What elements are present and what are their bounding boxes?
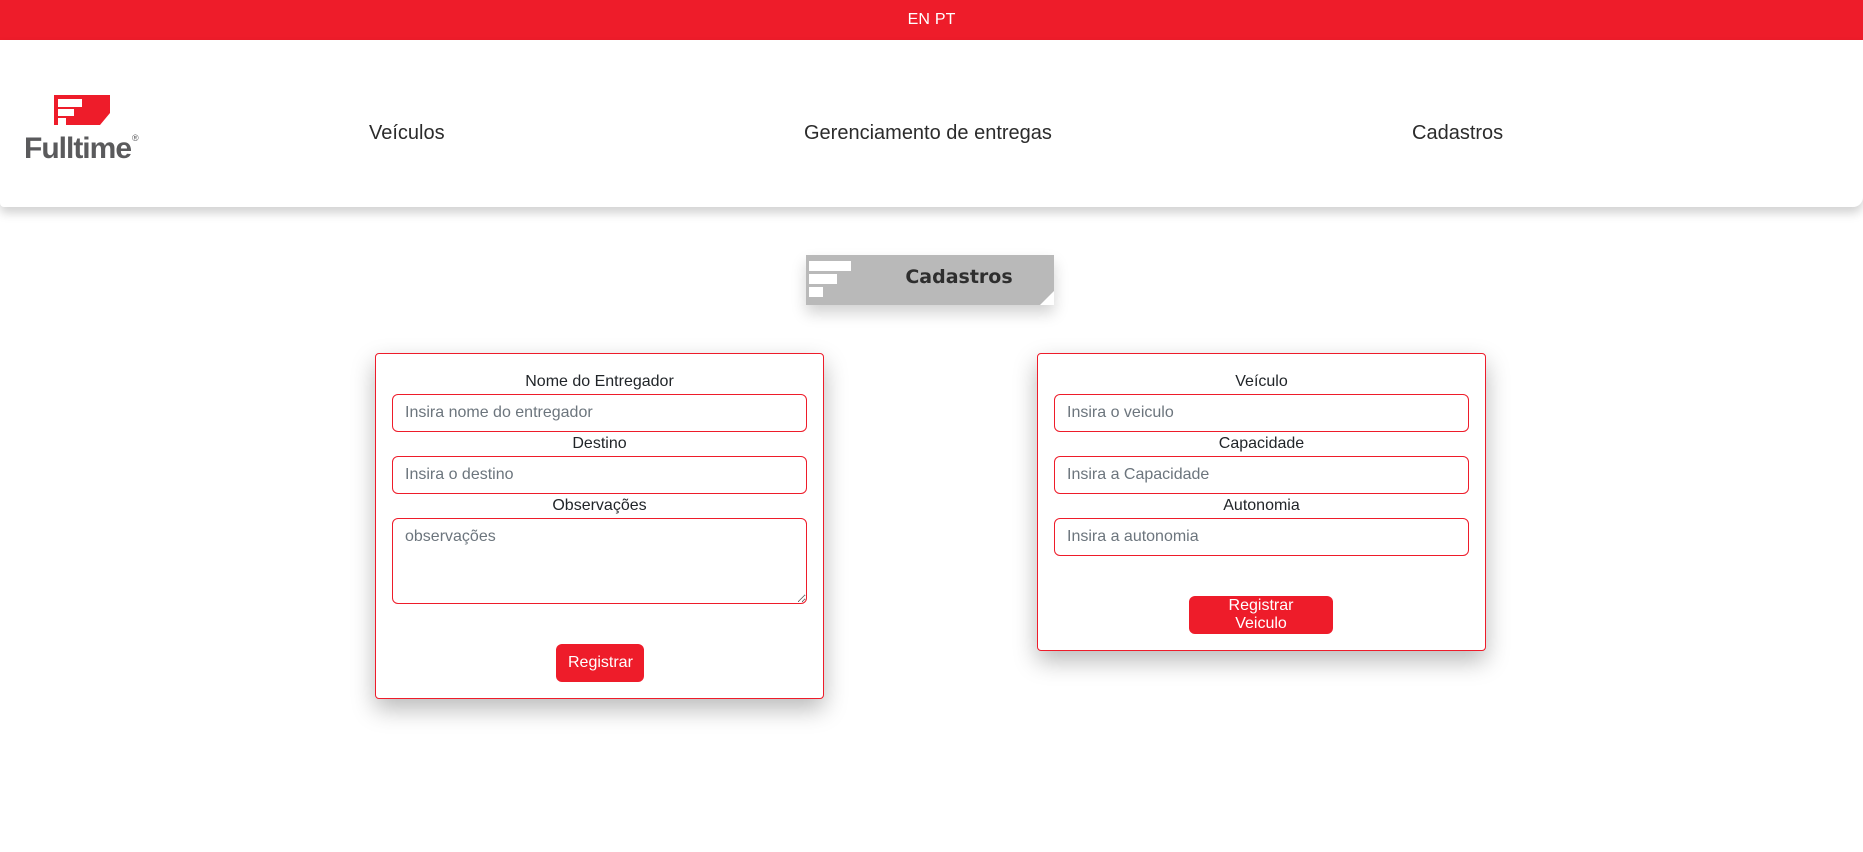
- capacity-input[interactable]: [1054, 456, 1469, 494]
- delivery-name-label: Nome do Entregador: [525, 373, 674, 390]
- vehicle-input[interactable]: [1054, 394, 1469, 432]
- language-pt-link[interactable]: PT: [935, 11, 955, 29]
- badge-corner-fold: [1040, 291, 1054, 305]
- language-en-link[interactable]: EN: [908, 11, 930, 29]
- section-title-badge: Cadastros: [806, 255, 1054, 305]
- notes-label: Observações: [552, 497, 647, 514]
- vehicle-registration-card: Veículo Capacidade Autonomia Registrar V…: [1037, 353, 1486, 651]
- register-delivery-button[interactable]: Registrar: [556, 644, 644, 682]
- notes-textarea[interactable]: [392, 518, 807, 604]
- register-vehicle-button[interactable]: Registrar Veiculo: [1189, 596, 1333, 634]
- language-bar: EN PT: [0, 0, 1863, 40]
- vehicle-label: Veículo: [1235, 373, 1288, 390]
- destination-label: Destino: [572, 435, 627, 452]
- autonomy-label: Autonomia: [1223, 497, 1300, 514]
- capacity-label: Capacidade: [1218, 435, 1305, 452]
- section-title: Cadastros: [905, 266, 1013, 288]
- logo-bars-icon: [809, 261, 851, 297]
- logo-registered-mark: ®: [132, 133, 139, 143]
- nav-link-gerenciamento-entregas[interactable]: Gerenciamento de entregas: [804, 122, 1052, 145]
- destination-input[interactable]: [392, 456, 807, 494]
- nav-link-veiculos[interactable]: Veículos: [369, 122, 445, 145]
- delivery-name-input[interactable]: [392, 394, 807, 432]
- autonomy-input[interactable]: [1054, 518, 1469, 556]
- logo-wordmark: Fulltime: [24, 132, 132, 165]
- delivery-registration-card: Nome do Entregador Destino Observações R…: [375, 353, 824, 699]
- nav-link-cadastros[interactable]: Cadastros: [1412, 122, 1503, 145]
- navbar: Fulltime ® Veículos Gerenciamento de ent…: [0, 40, 1863, 207]
